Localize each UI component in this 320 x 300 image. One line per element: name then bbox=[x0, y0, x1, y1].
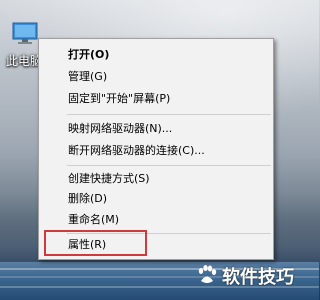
menu-separator bbox=[67, 165, 271, 166]
menu-item-delete[interactable]: 删除(D) bbox=[39, 189, 273, 209]
menu-item-label: 映射网络驱动器(N)... bbox=[68, 122, 173, 135]
menu-item-open[interactable]: 打开(O) bbox=[39, 45, 273, 65]
menu-item-manage[interactable]: 管理(G) bbox=[39, 67, 273, 87]
menu-item-disconnect-network-drive[interactable]: 断开网络驱动器的连接(C)... bbox=[39, 141, 273, 161]
menu-item-pin-to-start[interactable]: 固定到"开始"屏幕(P) bbox=[39, 89, 273, 109]
desktop-icon-label: 此电脑 bbox=[6, 54, 43, 68]
menu-item-label: 打开(O) bbox=[68, 48, 110, 61]
menu-item-label: 创建快捷方式(S) bbox=[68, 172, 150, 185]
menu-item-map-network-drive[interactable]: 映射网络驱动器(N)... bbox=[39, 119, 273, 139]
menu-item-label: 重命名(M) bbox=[68, 213, 120, 226]
menu-item-create-shortcut[interactable]: 创建快捷方式(S) bbox=[39, 169, 273, 189]
menu-item-rename[interactable]: 重命名(M) bbox=[39, 210, 273, 230]
menu-item-label: 固定到"开始"屏幕(P) bbox=[68, 92, 171, 105]
menu-item-label: 管理(G) bbox=[68, 70, 108, 83]
menu-item-label: 删除(D) bbox=[68, 192, 108, 205]
context-menu: 打开(O) 管理(G) 固定到"开始"屏幕(P) 映射网络驱动器(N)... 断… bbox=[38, 38, 274, 260]
baidu-paw-logo-icon bbox=[198, 265, 217, 283]
menu-separator bbox=[67, 114, 271, 115]
watermark-text: 软件技巧 bbox=[222, 267, 294, 288]
highlight-box-properties bbox=[44, 230, 147, 256]
computer-icon bbox=[12, 22, 38, 44]
menu-item-label: 断开网络驱动器的连接(C)... bbox=[68, 144, 205, 157]
